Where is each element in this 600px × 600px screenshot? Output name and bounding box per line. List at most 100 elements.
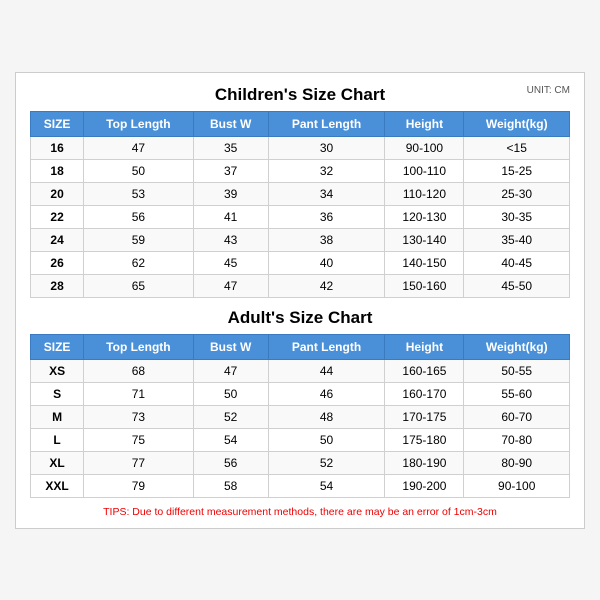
table-row: 18503732100-11015-25 bbox=[31, 159, 570, 182]
table-cell: 80-90 bbox=[464, 451, 570, 474]
table-cell: 77 bbox=[84, 451, 193, 474]
table-cell: 22 bbox=[31, 205, 84, 228]
table-cell: 150-160 bbox=[385, 274, 464, 297]
table-cell: 30-35 bbox=[464, 205, 570, 228]
adult-col-header-size: SIZE bbox=[31, 334, 84, 359]
col-header-top-length: Top Length bbox=[84, 111, 193, 136]
table-cell: 65 bbox=[84, 274, 193, 297]
adult-title-row: Adult's Size Chart bbox=[30, 308, 570, 328]
table-cell: 18 bbox=[31, 159, 84, 182]
children-header-row: SIZE Top Length Bust W Pant Length Heigh… bbox=[31, 111, 570, 136]
table-cell: 15-25 bbox=[464, 159, 570, 182]
table-cell: M bbox=[31, 405, 84, 428]
table-row: 28654742150-16045-50 bbox=[31, 274, 570, 297]
table-cell: 52 bbox=[193, 405, 268, 428]
table-cell: 60-70 bbox=[464, 405, 570, 428]
adult-col-header-bust-w: Bust W bbox=[193, 334, 268, 359]
table-cell: 110-120 bbox=[385, 182, 464, 205]
table-cell: 55-60 bbox=[464, 382, 570, 405]
table-cell: 54 bbox=[268, 474, 385, 497]
table-cell: 20 bbox=[31, 182, 84, 205]
size-chart-container: Children's Size Chart UNIT: CM SIZE Top … bbox=[15, 72, 585, 529]
table-row: M735248170-17560-70 bbox=[31, 405, 570, 428]
adult-col-header-top-length: Top Length bbox=[84, 334, 193, 359]
table-cell: 35-40 bbox=[464, 228, 570, 251]
table-cell: 37 bbox=[193, 159, 268, 182]
table-cell: 160-165 bbox=[385, 359, 464, 382]
table-cell: 48 bbox=[268, 405, 385, 428]
table-cell: XXL bbox=[31, 474, 84, 497]
table-cell: 28 bbox=[31, 274, 84, 297]
table-cell: 52 bbox=[268, 451, 385, 474]
table-cell: 38 bbox=[268, 228, 385, 251]
table-cell: 43 bbox=[193, 228, 268, 251]
table-row: S715046160-17055-60 bbox=[31, 382, 570, 405]
table-cell: 46 bbox=[268, 382, 385, 405]
table-cell: 180-190 bbox=[385, 451, 464, 474]
table-cell: 45 bbox=[193, 251, 268, 274]
col-header-pant-length: Pant Length bbox=[268, 111, 385, 136]
adult-col-header-height: Height bbox=[385, 334, 464, 359]
adult-col-header-weight: Weight(kg) bbox=[464, 334, 570, 359]
table-cell: 26 bbox=[31, 251, 84, 274]
table-cell: 175-180 bbox=[385, 428, 464, 451]
col-header-bust-w: Bust W bbox=[193, 111, 268, 136]
children-size-table: SIZE Top Length Bust W Pant Length Heigh… bbox=[30, 111, 570, 298]
table-cell: 90-100 bbox=[385, 136, 464, 159]
col-header-size: SIZE bbox=[31, 111, 84, 136]
col-header-weight: Weight(kg) bbox=[464, 111, 570, 136]
table-cell: XS bbox=[31, 359, 84, 382]
table-cell: 160-170 bbox=[385, 382, 464, 405]
table-cell: 50-55 bbox=[464, 359, 570, 382]
table-cell: 56 bbox=[193, 451, 268, 474]
table-cell: 45-50 bbox=[464, 274, 570, 297]
table-cell: 47 bbox=[193, 359, 268, 382]
table-cell: <15 bbox=[464, 136, 570, 159]
table-cell: S bbox=[31, 382, 84, 405]
table-cell: L bbox=[31, 428, 84, 451]
table-cell: 73 bbox=[84, 405, 193, 428]
table-cell: 44 bbox=[268, 359, 385, 382]
table-cell: 32 bbox=[268, 159, 385, 182]
table-row: XL775652180-19080-90 bbox=[31, 451, 570, 474]
table-row: 24594338130-14035-40 bbox=[31, 228, 570, 251]
table-cell: 50 bbox=[84, 159, 193, 182]
table-cell: 71 bbox=[84, 382, 193, 405]
children-table-body: 1647353090-100<1518503732100-11015-25205… bbox=[31, 136, 570, 297]
table-cell: 25-30 bbox=[464, 182, 570, 205]
table-cell: 70-80 bbox=[464, 428, 570, 451]
table-cell: 34 bbox=[268, 182, 385, 205]
table-cell: XL bbox=[31, 451, 84, 474]
adult-size-table: SIZE Top Length Bust W Pant Length Heigh… bbox=[30, 334, 570, 498]
col-header-height: Height bbox=[385, 111, 464, 136]
adult-title: Adult's Size Chart bbox=[228, 308, 373, 328]
table-row: 22564136120-13030-35 bbox=[31, 205, 570, 228]
table-cell: 47 bbox=[193, 274, 268, 297]
table-cell: 53 bbox=[84, 182, 193, 205]
table-row: 20533934110-12025-30 bbox=[31, 182, 570, 205]
table-row: 26624540140-15040-45 bbox=[31, 251, 570, 274]
table-cell: 41 bbox=[193, 205, 268, 228]
table-cell: 90-100 bbox=[464, 474, 570, 497]
table-cell: 30 bbox=[268, 136, 385, 159]
table-cell: 140-150 bbox=[385, 251, 464, 274]
table-cell: 130-140 bbox=[385, 228, 464, 251]
adult-header-row: SIZE Top Length Bust W Pant Length Heigh… bbox=[31, 334, 570, 359]
table-cell: 59 bbox=[84, 228, 193, 251]
table-cell: 16 bbox=[31, 136, 84, 159]
table-cell: 58 bbox=[193, 474, 268, 497]
table-cell: 120-130 bbox=[385, 205, 464, 228]
adult-col-header-pant-length: Pant Length bbox=[268, 334, 385, 359]
table-cell: 75 bbox=[84, 428, 193, 451]
table-row: 1647353090-100<15 bbox=[31, 136, 570, 159]
table-cell: 79 bbox=[84, 474, 193, 497]
table-row: XS684744160-16550-55 bbox=[31, 359, 570, 382]
tips-text: TIPS: Due to different measurement metho… bbox=[30, 506, 570, 518]
table-cell: 68 bbox=[84, 359, 193, 382]
table-cell: 47 bbox=[84, 136, 193, 159]
adult-table-body: XS684744160-16550-55S715046160-17055-60M… bbox=[31, 359, 570, 497]
children-title-row: Children's Size Chart UNIT: CM bbox=[30, 85, 570, 105]
table-cell: 50 bbox=[193, 382, 268, 405]
table-cell: 35 bbox=[193, 136, 268, 159]
table-cell: 40 bbox=[268, 251, 385, 274]
